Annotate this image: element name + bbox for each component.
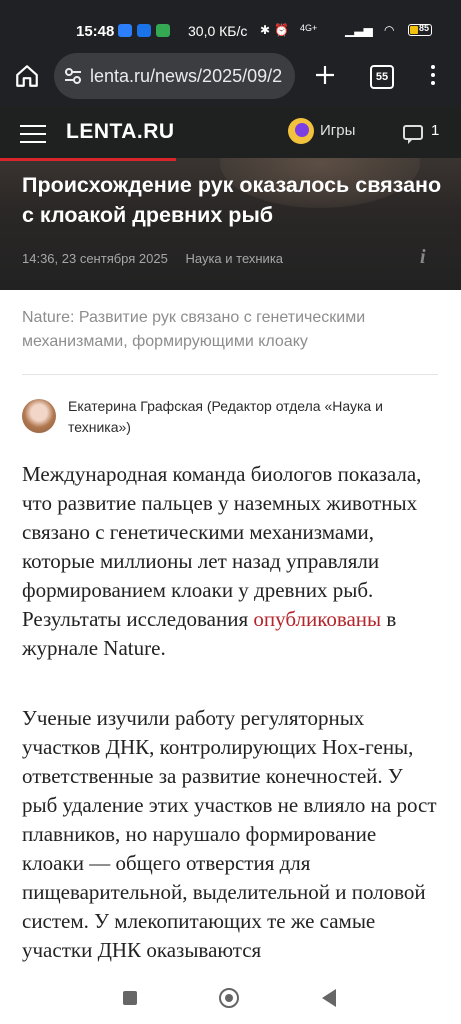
chat-notification-icon xyxy=(118,24,132,37)
status-bar: 15:48 30,0 КБ/с ✱ ⏰ 4G+ ▁▃▅ ◠ 85 xyxy=(0,0,461,46)
article-meta: 14:36, 23 сентября 2025 Наука и техника xyxy=(22,251,283,266)
system-nav-bar xyxy=(0,972,461,1024)
paragraph-text: Международная команда биологов показала,… xyxy=(22,462,422,631)
address-bar[interactable]: lenta.ru/news/2025/09/2 xyxy=(54,53,295,99)
more-vert-icon[interactable] xyxy=(431,65,436,89)
recents-button[interactable] xyxy=(123,991,137,1005)
article-datetime: 14:36, 23 сентября 2025 xyxy=(22,251,168,266)
article-rubric[interactable]: Наука и техника xyxy=(185,251,283,266)
article-paragraph: Ученые изучили работу регуляторных участ… xyxy=(22,706,437,962)
reading-progress-bar xyxy=(0,158,176,161)
tune-icon[interactable] xyxy=(63,67,83,85)
divider xyxy=(22,374,438,375)
battery-icon: 85 xyxy=(408,23,432,36)
article-lead: Nature: Развитие рук связано с генетичес… xyxy=(22,309,366,350)
site-logo[interactable]: LENTA.RU xyxy=(66,120,175,144)
home-button[interactable] xyxy=(219,988,239,1008)
home-icon[interactable] xyxy=(14,63,40,89)
games-link[interactable]: Игры xyxy=(320,122,355,139)
app-notification-icon xyxy=(156,24,170,37)
comments-count[interactable]: 1 xyxy=(431,122,439,139)
bluetooth-icon: ✱ xyxy=(260,23,271,37)
browser-toolbar: lenta.ru/news/2025/09/2 55 xyxy=(0,46,461,106)
info-icon[interactable]: i xyxy=(420,246,426,269)
source-link[interactable]: опубликованы xyxy=(253,607,381,631)
site-header: LENTA.RU Игры 1 xyxy=(0,106,461,158)
author-name[interactable]: Екатерина Графская (Редактор отдела «Нау… xyxy=(68,396,438,438)
network-speed: 30,0 КБ/с xyxy=(188,23,248,39)
battery-level: 85 xyxy=(419,23,430,33)
signal-bars-icon: ▁▃▅ xyxy=(345,23,373,37)
signal-icon: 4G+ xyxy=(300,23,318,33)
alarm-icon: ⏰ xyxy=(274,23,289,37)
avatar[interactable] xyxy=(22,399,56,433)
new-tab-icon[interactable] xyxy=(313,63,337,87)
games-icon[interactable] xyxy=(288,118,314,144)
email-notification-icon xyxy=(137,24,151,37)
hamburger-icon[interactable] xyxy=(20,125,46,149)
status-time: 15:48 xyxy=(76,23,115,40)
comment-icon[interactable] xyxy=(403,125,423,144)
article-paragraph: Международная команда биологов показала,… xyxy=(22,460,442,663)
back-button[interactable] xyxy=(322,989,336,1007)
article-hero: Происхождение рук оказалось связано с кл… xyxy=(0,158,461,290)
article-title: Происхождение рук оказалось связано с кл… xyxy=(22,173,442,227)
tab-switcher-button[interactable]: 55 xyxy=(370,65,394,89)
url-text[interactable]: lenta.ru/news/2025/09/2 xyxy=(90,66,282,87)
wifi-icon: ◠ xyxy=(384,23,395,37)
